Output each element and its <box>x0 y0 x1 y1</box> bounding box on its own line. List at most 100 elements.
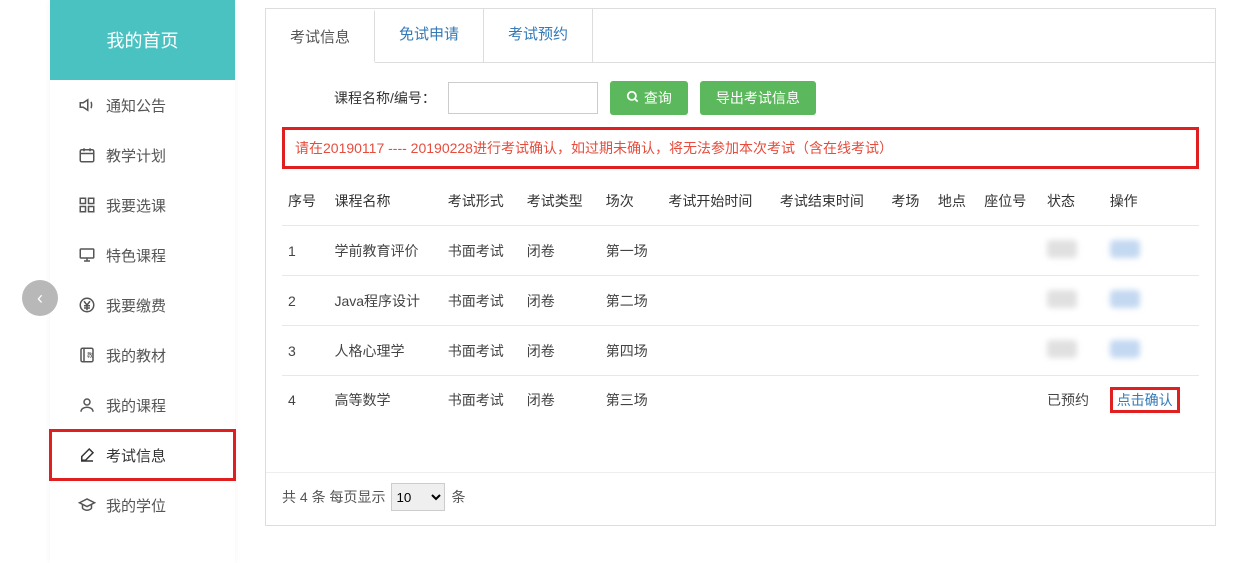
col-header: 考场 <box>885 177 931 226</box>
sidebar-header[interactable]: 我的首页 <box>50 0 235 80</box>
sidebar-item-label: 我的学位 <box>106 495 166 516</box>
sidebar-item-1[interactable]: 教学计划 <box>50 130 235 180</box>
sidebar-item-3[interactable]: 特色课程 <box>50 230 235 280</box>
sidebar-item-label: 特色课程 <box>106 245 166 266</box>
cell-form: 书面考试 <box>442 376 521 425</box>
sidebar-item-label: 通知公告 <box>106 95 166 116</box>
col-header: 地点 <box>932 177 978 226</box>
notice-text: 请在20190117 ---- 20190228进行考试确认，如过期未确认，将无… <box>295 140 893 156</box>
search-button[interactable]: 查询 <box>610 81 688 115</box>
tab-0[interactable]: 考试信息 <box>266 9 375 63</box>
col-header: 考试结束时间 <box>774 177 885 226</box>
tab-1[interactable]: 免试申请 <box>375 9 484 62</box>
cell-form: 书面考试 <box>442 226 521 276</box>
sidebar-item-label: 教学计划 <box>106 145 166 166</box>
cell-room <box>885 376 931 425</box>
exam-table: 序号课程名称考试形式考试类型场次考试开始时间考试结束时间考场地点座位号状态操作 … <box>266 173 1215 472</box>
pager-suffix: 条 <box>451 487 465 507</box>
cell-status <box>1041 326 1104 376</box>
cell-place <box>932 326 978 376</box>
cell-status <box>1041 276 1104 326</box>
status-blur-icon <box>1047 295 1077 311</box>
cap-icon <box>78 496 106 514</box>
status-blur-icon <box>1047 245 1077 261</box>
sidebar-item-0[interactable]: 通知公告 <box>50 80 235 130</box>
sidebar-item-label: 考试信息 <box>106 445 166 466</box>
cell-type: 闭卷 <box>521 326 600 376</box>
table-row: 2Java程序设计书面考试闭卷第二场 <box>282 276 1199 326</box>
sidebar-item-5[interactable]: 教我的教材 <box>50 330 235 380</box>
pencil-icon <box>78 446 106 464</box>
main-content: 考试信息免试申请考试预约 课程名称/编号： 查询 导出考试信息 请在201901… <box>235 0 1234 563</box>
sidebar-item-8[interactable]: 我的学位 <box>50 480 235 530</box>
sidebar-item-4[interactable]: 我要缴费 <box>50 280 235 330</box>
col-header: 操作 <box>1104 177 1199 226</box>
sidebar-item-6[interactable]: 我的课程 <box>50 380 235 430</box>
cell-action[interactable]: 点击确认 <box>1104 376 1199 425</box>
cell-room <box>885 276 931 326</box>
cell-action <box>1104 226 1199 276</box>
calendar-icon <box>78 146 106 164</box>
cell-session: 第四场 <box>600 326 663 376</box>
sidebar-item-7[interactable]: 考试信息 <box>50 430 235 480</box>
cell-start <box>662 326 773 376</box>
cell-course: 学前教育评价 <box>328 226 441 276</box>
pager-prefix: 共 4 条 每页显示 <box>282 487 385 507</box>
cell-no: 4 <box>282 376 328 425</box>
nav-back-button[interactable]: ‹ <box>22 280 58 316</box>
cell-action <box>1104 326 1199 376</box>
col-header: 场次 <box>600 177 663 226</box>
action-blur-icon <box>1110 245 1140 261</box>
cell-session: 第三场 <box>600 376 663 425</box>
cell-end <box>774 326 885 376</box>
speaker-icon <box>78 96 106 114</box>
cell-start <box>662 226 773 276</box>
yen-icon <box>78 296 106 314</box>
sidebar-item-label: 我要缴费 <box>106 295 166 316</box>
col-header: 课程名称 <box>328 177 441 226</box>
cell-start <box>662 276 773 326</box>
action-blur-icon <box>1110 345 1140 361</box>
col-header: 考试开始时间 <box>662 177 773 226</box>
sidebar-item-label: 我要选课 <box>106 195 166 216</box>
export-button-label: 导出考试信息 <box>716 88 800 108</box>
notice-banner: 请在20190117 ---- 20190228进行考试确认，如过期未确认，将无… <box>282 127 1199 169</box>
cell-place <box>932 276 978 326</box>
cell-room <box>885 226 931 276</box>
cell-room <box>885 326 931 376</box>
chevron-left-icon: ‹ <box>37 288 43 309</box>
cell-place <box>932 226 978 276</box>
toolbar: 课程名称/编号： 查询 导出考试信息 <box>266 63 1215 121</box>
export-button[interactable]: 导出考试信息 <box>700 81 816 115</box>
pager: 共 4 条 每页显示 10 条 <box>266 472 1215 525</box>
tab-bar: 考试信息免试申请考试预约 <box>266 9 1215 63</box>
table-row: 4高等数学书面考试闭卷第三场已预约点击确认 <box>282 376 1199 425</box>
person-icon <box>78 396 106 414</box>
cell-status <box>1041 226 1104 276</box>
cell-end <box>774 276 885 326</box>
book-icon: 教 <box>78 346 106 364</box>
cell-no: 3 <box>282 326 328 376</box>
cell-end <box>774 226 885 276</box>
course-filter-input[interactable] <box>448 82 598 114</box>
cell-start <box>662 376 773 425</box>
cell-no: 1 <box>282 226 328 276</box>
course-filter-label: 课程名称/编号： <box>334 88 436 108</box>
sidebar: 我的首页 通知公告教学计划我要选课特色课程我要缴费教我的教材我的课程考试信息我的… <box>50 0 235 563</box>
sidebar-item-2[interactable]: 我要选课 <box>50 180 235 230</box>
cell-session: 第二场 <box>600 276 663 326</box>
confirm-link[interactable]: 点击确认 <box>1110 387 1180 413</box>
cell-type: 闭卷 <box>521 376 600 425</box>
panel-exam: 考试信息免试申请考试预约 课程名称/编号： 查询 导出考试信息 请在201901… <box>265 8 1216 526</box>
cell-action <box>1104 276 1199 326</box>
col-header: 状态 <box>1041 177 1104 226</box>
status-blur-icon <box>1047 345 1077 361</box>
search-icon <box>626 90 640 107</box>
cell-type: 闭卷 <box>521 226 600 276</box>
table-row: 3人格心理学书面考试闭卷第四场 <box>282 326 1199 376</box>
tab-2[interactable]: 考试预约 <box>484 9 593 62</box>
col-header: 考试形式 <box>442 177 521 226</box>
cell-status: 已预约 <box>1041 376 1104 425</box>
cell-place <box>932 376 978 425</box>
page-size-select[interactable]: 10 <box>391 483 445 511</box>
